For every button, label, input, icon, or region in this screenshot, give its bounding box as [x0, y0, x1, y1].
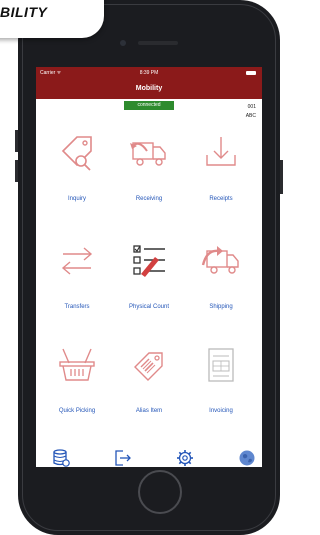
home-button[interactable]: [138, 470, 182, 514]
menu-item-inquiry[interactable]: Inquiry: [42, 133, 112, 223]
session-info: 001 ABC: [246, 103, 256, 121]
earpiece-speaker: [138, 41, 178, 45]
globe-icon[interactable]: [238, 449, 256, 467]
front-camera: [120, 40, 126, 46]
volume-button: [15, 130, 18, 152]
app-title: Mobility: [36, 79, 262, 99]
logout-icon[interactable]: [114, 449, 132, 467]
status-bar: Carrier ᯤ 8:39 PM: [36, 67, 262, 79]
menu-item-label: Transfers: [64, 304, 90, 310]
power-button: [280, 160, 283, 194]
basket-icon: [59, 348, 95, 381]
menu-item-physical-count[interactable]: Physical Count: [114, 241, 184, 331]
menu-item-label: Alias Item: [135, 408, 163, 414]
brand-badge: BILITY: [0, 0, 104, 38]
connection-status-badge: connected: [124, 101, 174, 110]
barcode-tag-icon: [134, 352, 163, 381]
info-line-2: ABC: [245, 113, 256, 119]
menu-item-receiving[interactable]: Receiving: [114, 133, 184, 223]
menu-item-label: Inquiry: [67, 196, 86, 202]
app-screen: Carrier ᯤ 8:39 PM Mobility connected 001…: [36, 67, 262, 467]
brand-badge-text: BILITY: [0, 4, 48, 20]
menu-item-alias-item[interactable]: Alias Item: [114, 345, 184, 435]
menu-item-receipts[interactable]: Receipts: [186, 133, 256, 223]
menu-item-label: Receipts: [209, 196, 233, 202]
truck-return-icon: [130, 142, 166, 166]
menu-item-invoicing[interactable]: Invoicing: [186, 345, 256, 435]
invoice-icon: [208, 348, 234, 382]
info-line-1: 001: [247, 104, 256, 110]
volume-button: [15, 160, 18, 182]
menu-item-shipping[interactable]: Shipping: [186, 241, 256, 331]
menu-item-label: Shipping: [209, 304, 233, 310]
menu-item-label: Physical Count: [128, 304, 170, 310]
database-icon[interactable]: [52, 449, 70, 467]
truck-forward-icon: [201, 246, 239, 274]
menu-item-quick-picking[interactable]: Quick Picking: [42, 345, 112, 435]
settings-gear-icon[interactable]: [176, 449, 194, 467]
checklist-icon: [133, 245, 165, 277]
tag-search-icon: [61, 136, 92, 171]
menu-item-label: Quick Picking: [58, 408, 96, 414]
tray-download-icon: [206, 137, 236, 166]
transfer-arrows-icon: [61, 247, 93, 275]
battery-icon: [246, 71, 256, 75]
menu-item-label: Receiving: [135, 196, 163, 202]
clock: 8:39 PM: [139, 70, 159, 76]
menu-item-transfers[interactable]: Transfers: [42, 241, 112, 331]
menu-item-label: Invoicing: [209, 408, 233, 414]
